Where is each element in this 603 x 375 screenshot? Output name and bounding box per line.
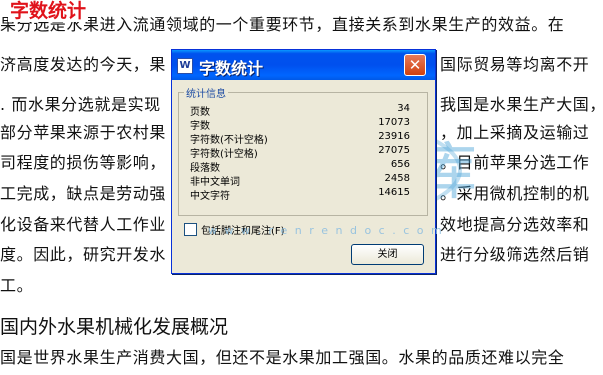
stat-value: 34 <box>397 103 410 114</box>
dialog-titlebar[interactable]: W 字数统计 ✕ <box>172 50 435 80</box>
doc-line-7: 化设备来代替人工作业 <box>0 215 167 234</box>
doc-last-line: 国是世界水果生产消费大国，但还不是水果加工强国。水果的品质还难以完全 <box>0 348 565 367</box>
include-footnotes-checkbox[interactable] <box>184 223 197 236</box>
stat-label: 段落数 <box>190 163 220 174</box>
stat-label: 字数 <box>190 121 210 132</box>
stat-row-paragraphs: 段落数 656 <box>190 159 410 174</box>
dialog-body: 统计信息 页数 34 字数 17073 字符数(不计空格) 23916 字符数(… <box>176 84 432 270</box>
dialog-title: 字数统计 <box>199 59 264 78</box>
doc-right-fragment-5: 。采用微机控制的机 <box>440 184 590 203</box>
doc-line-4: 部分苹果来源于农村果 <box>0 123 167 142</box>
stat-row-chars-with-spaces: 字符数(计空格) 27075 <box>190 145 410 160</box>
stat-row-pages: 页数 34 <box>190 103 410 118</box>
close-icon[interactable]: ✕ <box>404 54 426 76</box>
doc-line-3: . 而水果分选就是实现 <box>0 95 161 114</box>
section-heading: 国内外水果机械化发展概况 <box>0 316 229 338</box>
close-button[interactable]: 关闭 <box>351 244 424 265</box>
doc-line-2: 济高度发达的今天，果 <box>0 55 167 74</box>
stat-label: 字符数(计空格) <box>190 149 258 160</box>
stat-value: 2458 <box>384 173 410 184</box>
stat-row-non-chinese-words: 非中文单词 2458 <box>190 173 410 188</box>
doc-right-fragment-3: ，加上采摘及运输过 <box>440 123 590 142</box>
stat-label: 字符数(不计空格) <box>190 135 268 146</box>
doc-right-fragment-4: 。目前苹果分选工作 <box>440 153 590 172</box>
stat-value: 27075 <box>378 145 410 156</box>
doc-line-9: 工。 <box>0 276 34 295</box>
word-app-icon: W <box>177 58 193 74</box>
stat-row-chars-no-spaces: 字符数(不计空格) 23916 <box>190 131 410 146</box>
stat-label: 中文字符 <box>190 191 230 202</box>
stat-label: 非中文单词 <box>190 177 240 188</box>
statistics-group: 统计信息 页数 34 字数 17073 字符数(不计空格) 23916 字符数(… <box>178 85 428 216</box>
doc-line-8: 度。因此，研究开发水 <box>0 245 167 264</box>
group-label: 统计信息 <box>184 85 228 100</box>
doc-right-fragment-6: 效地提高分选效率和 <box>440 215 590 234</box>
doc-right-fragment-7: 进行分级筛选然后销 <box>440 245 590 264</box>
stat-value: 23916 <box>378 131 410 142</box>
stat-label: 页数 <box>190 107 210 118</box>
stat-value: 17073 <box>378 117 410 128</box>
stat-value: 656 <box>390 159 410 170</box>
red-title-label: 字数统计 <box>8 0 89 22</box>
word-count-dialog: W 字数统计 ✕ 统计信息 页数 34 字数 17073 字符数(不计空格) 2… <box>171 49 436 274</box>
stat-row-chinese-chars: 中文字符 14615 <box>190 187 410 202</box>
stat-value: 14615 <box>378 187 410 198</box>
doc-right-fragment-2: 我国是水果生产大国， <box>440 95 603 114</box>
watermark-url: w w w . r e n r e n d o c . c o m <box>208 224 444 237</box>
doc-line-5: 司程度的损伤等影响， <box>0 153 167 172</box>
doc-line-6: 工完成，缺点是劳动强 <box>0 184 167 203</box>
doc-right-fragment-1: 国际贸易等均离不开 <box>440 55 590 74</box>
stat-row-words: 字数 17073 <box>190 117 410 132</box>
